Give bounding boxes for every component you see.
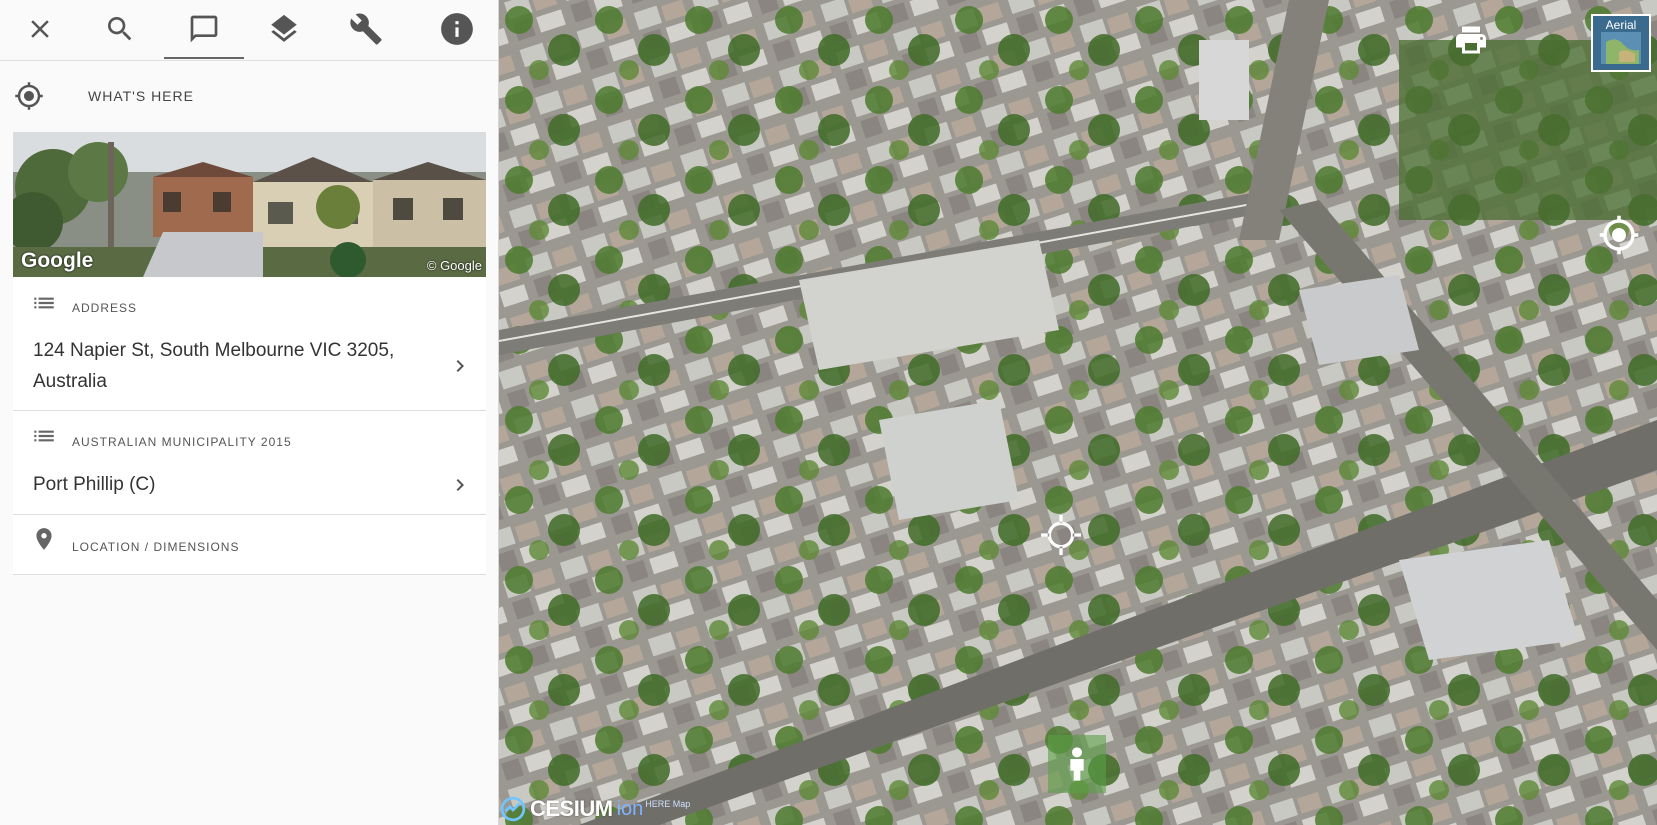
google-copyright: © Google	[426, 258, 482, 273]
toolbar	[0, 0, 498, 61]
layers-icon	[271, 14, 297, 42]
location-card[interactable]: LOCATION / DIMENSIONS	[13, 515, 486, 575]
chevron-right-icon	[456, 479, 464, 491]
chevron-right-icon	[456, 360, 464, 372]
wrench-icon	[350, 13, 382, 45]
tools-button[interactable]	[326, 0, 406, 58]
whats-here-header: WHAT'S HERE	[14, 78, 484, 114]
street-view-pegman[interactable]	[1048, 735, 1106, 793]
list-icon	[34, 430, 54, 442]
google-logo: Google	[21, 249, 94, 272]
cesium-text: CESIUM	[530, 796, 613, 821]
map-viewport[interactable]: Aerial	[499, 0, 1657, 825]
close-icon	[31, 20, 49, 38]
cesium-attribution[interactable]: CESIUM ion HERE Map	[500, 795, 690, 823]
globe-icon	[1601, 32, 1641, 64]
whats-here-tab[interactable]	[164, 0, 244, 59]
whats-here-label: WHAT'S HERE	[88, 88, 194, 104]
search-button[interactable]	[80, 0, 160, 58]
address-header: ADDRESS	[72, 301, 138, 315]
municipality-expand-button[interactable]	[448, 473, 472, 497]
layers-button[interactable]	[244, 0, 324, 58]
basemap-switcher[interactable]: Aerial	[1591, 14, 1651, 72]
info-button[interactable]	[417, 0, 497, 58]
location-marker	[1041, 515, 1081, 555]
close-button[interactable]	[0, 0, 80, 58]
municipality-card[interactable]: AUSTRALIAN MUNICIPALITY 2015 Port Philli…	[13, 411, 486, 515]
search-icon	[108, 17, 132, 41]
address-expand-button[interactable]	[448, 354, 472, 378]
cesium-logo-icon	[500, 796, 526, 822]
print-button[interactable]	[1451, 20, 1491, 60]
pegman-icon	[1070, 747, 1084, 781]
map-pin-icon	[36, 528, 52, 550]
sidebar-panel: WHAT'S HERE Google © Google ADDRESS 124 …	[0, 0, 499, 825]
municipality-value: Port Phillip (C)	[33, 474, 156, 495]
address-line-1: 124 Napier St, South Melbourne VIC 3205,	[33, 340, 395, 361]
my-location-button[interactable]	[1594, 210, 1644, 260]
street-view-photo[interactable]: Google © Google	[13, 132, 486, 277]
municipality-header: AUSTRALIAN MUNICIPALITY 2015	[72, 435, 292, 449]
location-header: LOCATION / DIMENSIONS	[72, 540, 240, 554]
aerial-3d-view	[499, 0, 1657, 825]
comment-icon	[190, 15, 218, 42]
basemap-label: Aerial	[1605, 18, 1637, 32]
ion-text: ion	[616, 797, 644, 820]
list-icon	[34, 297, 54, 309]
crosshair-icon[interactable]	[14, 81, 44, 111]
address-card[interactable]: ADDRESS 124 Napier St, South Melbourne V…	[13, 277, 486, 411]
info-icon	[441, 13, 473, 45]
crosshair-icon	[1041, 515, 1081, 555]
here-map-text: HERE Map	[645, 799, 691, 809]
print-icon	[1456, 26, 1486, 54]
locate-icon	[1599, 215, 1639, 255]
address-line-2: Australia	[33, 371, 107, 392]
